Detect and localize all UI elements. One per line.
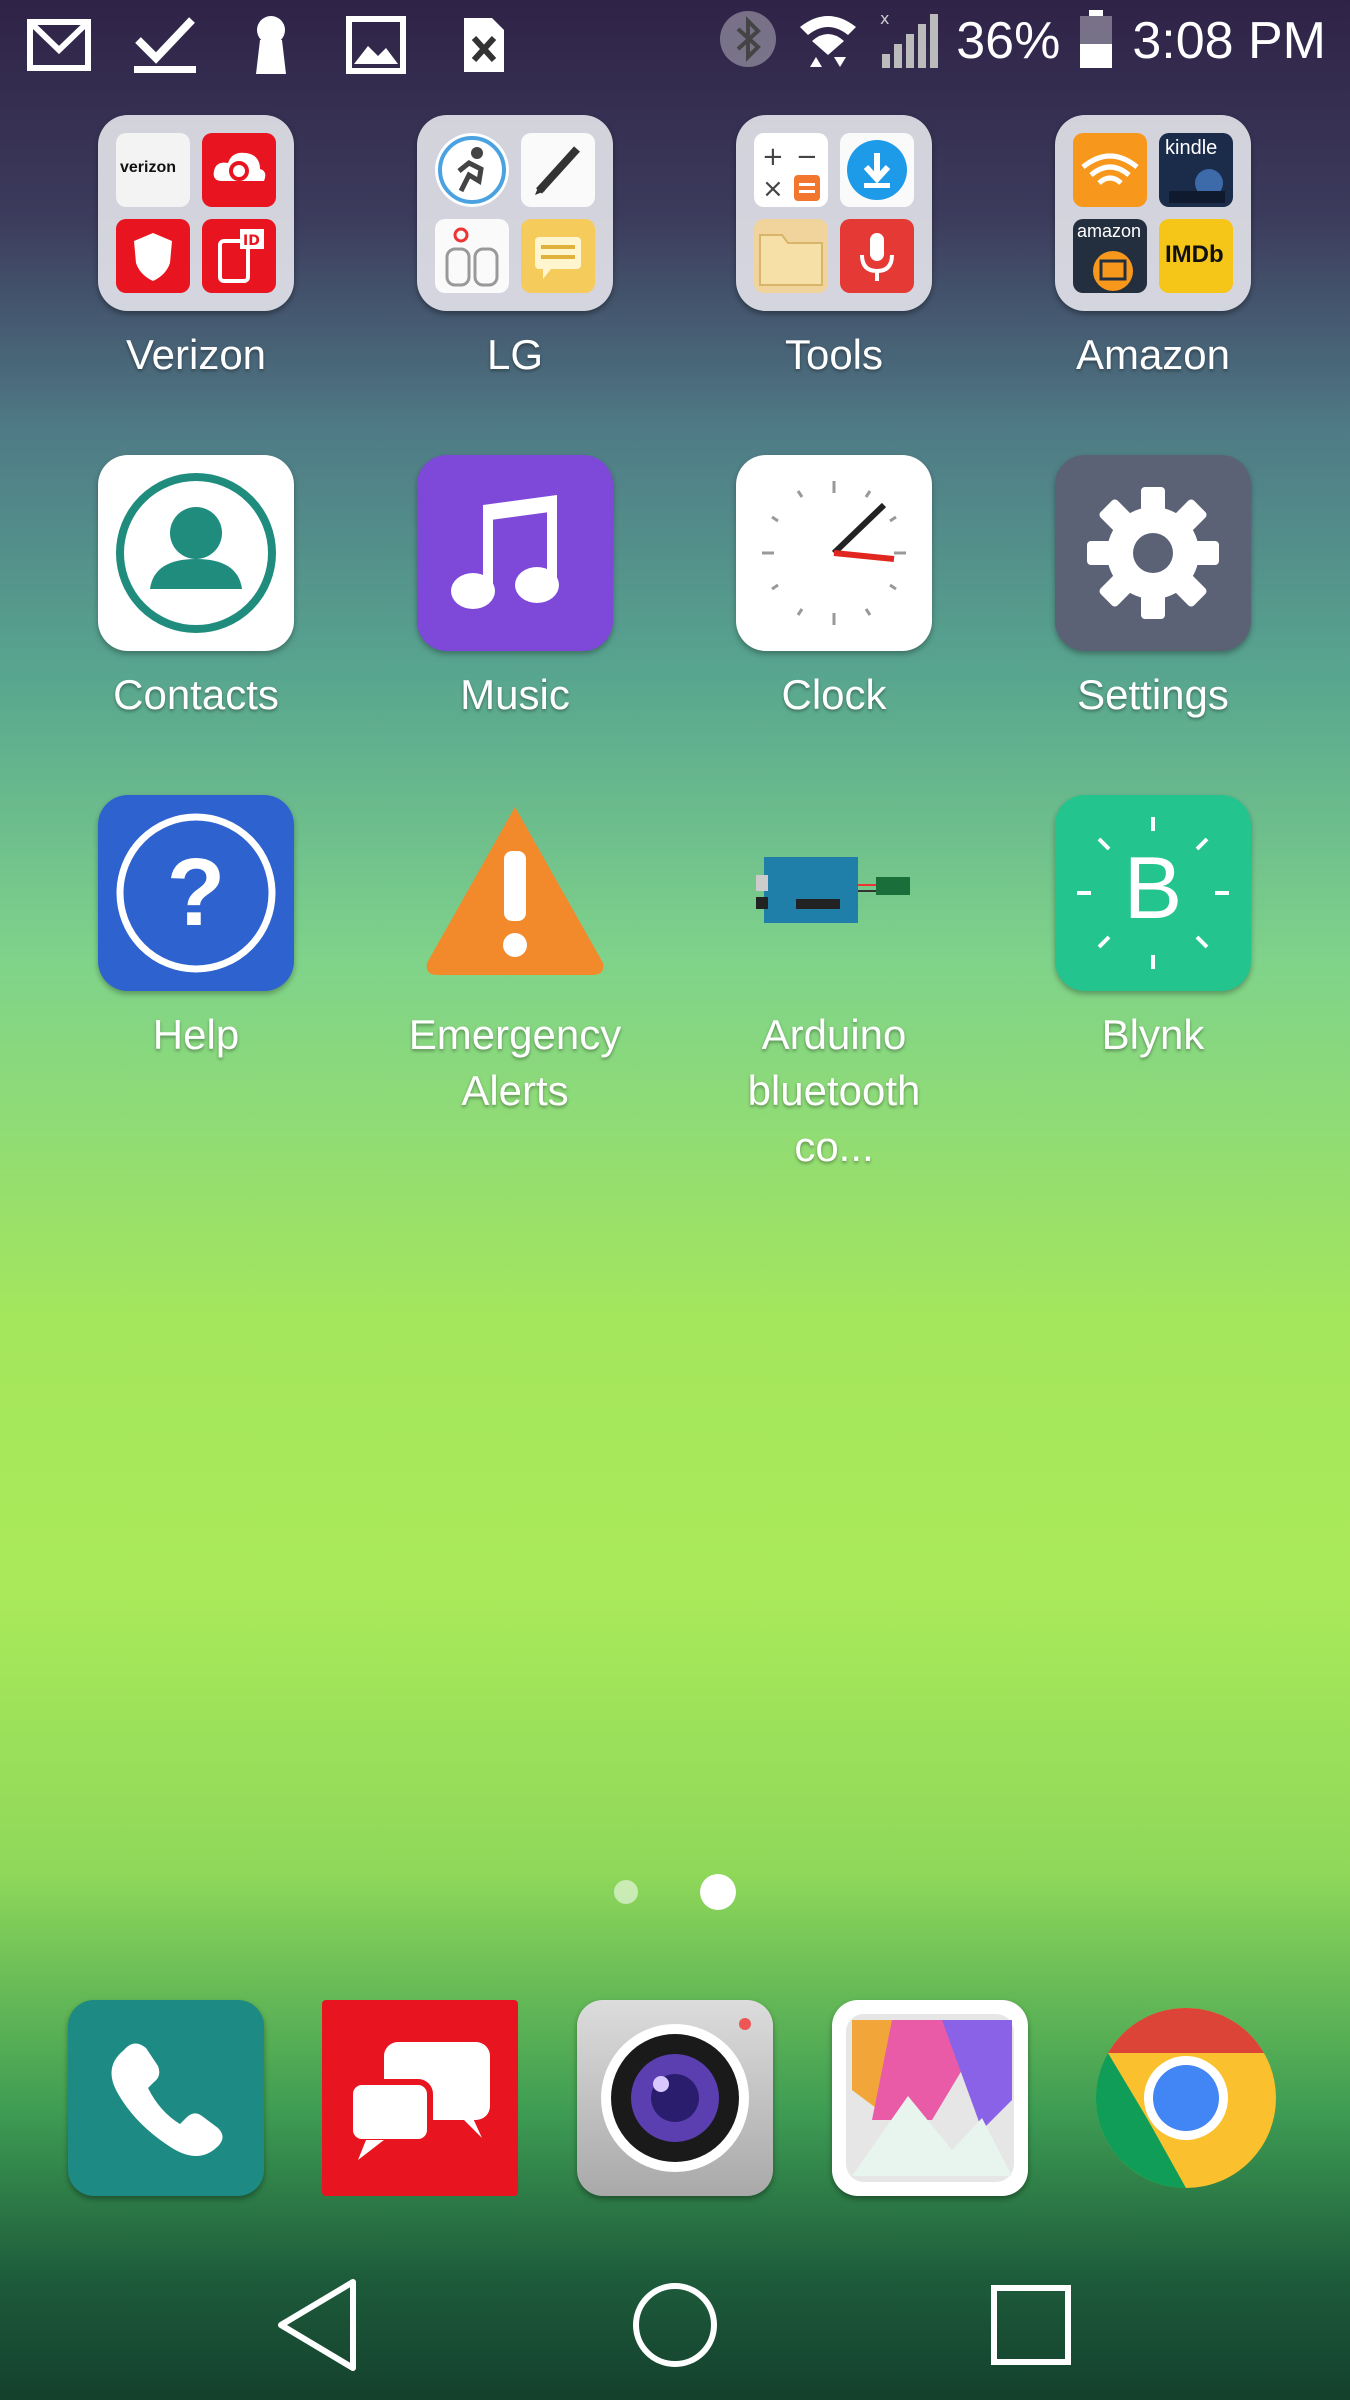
app-label: Verizon [125, 331, 267, 378]
app-label: Help [152, 1011, 240, 1058]
file-manager-icon [754, 219, 828, 293]
memo-icon [521, 219, 595, 293]
navigation-bar [0, 2270, 1350, 2380]
checkmark-icon [132, 14, 198, 76]
audible-icon [1073, 133, 1147, 207]
svg-text:−: − [796, 142, 818, 172]
warning-icon [417, 795, 613, 991]
kindle-icon: kindle [1159, 133, 1233, 207]
help-app[interactable]: ? Help [36, 795, 356, 1063]
dock [0, 2000, 1350, 2200]
verizon-logo-text: verizon [120, 159, 177, 176]
music-note-icon [417, 455, 613, 651]
arduino-bluetooth-app[interactable]: Arduino bluetooth co... [674, 795, 994, 1175]
tools-folder[interactable]: + − × Tools [674, 115, 994, 383]
imdb-icon: IMDb [1159, 219, 1233, 293]
svg-text:×: × [762, 174, 784, 204]
calculator-icon: + − × [754, 133, 828, 207]
recents-button[interactable] [976, 2270, 1086, 2380]
notification-icons [26, 14, 516, 76]
download-icon [840, 133, 914, 207]
battery-icon [1078, 8, 1114, 74]
music-app[interactable]: Music [355, 455, 675, 723]
page-dot-current[interactable] [700, 1874, 736, 1910]
keyhole-icon [238, 14, 304, 76]
verizon-logo-icon: verizon [116, 133, 190, 207]
folder-icon: kindle amazon IMDb [1055, 115, 1251, 311]
clock-face-icon [736, 455, 932, 651]
imdb-text: IMDb [1165, 241, 1224, 268]
folder-icon: verizon ID [98, 115, 294, 311]
question-mark-icon: ? [98, 795, 294, 991]
blynk-app[interactable]: B Blynk [993, 795, 1313, 1063]
wifi-icon [796, 9, 860, 73]
recents-square-icon [991, 2285, 1071, 2365]
app-label: Arduino bluetooth co... [747, 1011, 921, 1170]
folder-icon: + − × [736, 115, 932, 311]
page-indicator [0, 1874, 1350, 1910]
chat-bubbles-icon [347, 2042, 490, 2160]
svg-text:?: ? [167, 839, 226, 946]
amazon-shopping-icon: amazon [1073, 219, 1147, 293]
contacts-app[interactable]: Contacts [36, 455, 356, 723]
bluetooth-icon [718, 9, 778, 73]
remote-icon [435, 219, 509, 293]
app-label: LG [486, 331, 544, 378]
app-label: Clock [781, 671, 887, 718]
back-triangle-icon [278, 2279, 356, 2371]
system-status: x 36% 3:08 PM [718, 8, 1326, 74]
blynk-icon: B [1055, 795, 1251, 991]
gallery-icon [846, 2014, 1014, 2182]
cloud-sync-icon [202, 133, 276, 207]
folder-icon [417, 115, 613, 311]
back-button[interactable] [265, 2270, 375, 2380]
app-label: Blynk [1101, 1011, 1205, 1058]
camera-app[interactable] [577, 2000, 773, 2196]
sim-error-icon [450, 14, 516, 76]
chrome-icon [1095, 2008, 1276, 2188]
emergency-alerts-app[interactable]: Emergency Alerts [355, 795, 675, 1119]
fitness-icon [435, 133, 509, 207]
home-circle-icon [633, 2283, 717, 2367]
phone-icon [111, 2043, 223, 2156]
home-button[interactable] [620, 2270, 730, 2380]
svg-text:+: + [762, 142, 784, 172]
amazon-folder[interactable]: kindle amazon IMDb Amazon [993, 115, 1313, 383]
app-label: Emergency Alerts [408, 1011, 622, 1114]
contacts-icon [98, 455, 294, 651]
clock-app[interactable]: Clock [674, 455, 994, 723]
app-label: Contacts [113, 671, 279, 718]
gmail-icon [26, 14, 92, 76]
app-label: Music [460, 671, 570, 718]
clock-time: 3:08 PM [1132, 12, 1326, 70]
phone-app[interactable] [68, 2000, 264, 2196]
gallery-icon [344, 14, 410, 76]
app-label: Amazon [1075, 331, 1231, 378]
camera-lens-icon [601, 2018, 751, 2172]
notes-pencil-icon [521, 133, 595, 207]
battery-percent: 36% [956, 12, 1061, 70]
signal-icon: x [878, 8, 939, 74]
arduino-board-icon [736, 795, 932, 991]
chrome-app[interactable] [1088, 2000, 1284, 2196]
shield-icon [116, 219, 190, 293]
blynk-letter: B [1123, 838, 1183, 937]
app-label: Settings [1077, 671, 1229, 718]
svg-text:ID: ID [243, 233, 260, 249]
gear-icon [1055, 455, 1251, 651]
lg-folder[interactable]: LG [355, 115, 675, 383]
id-card-icon: ID [202, 219, 276, 293]
app-label: Tools [784, 331, 884, 378]
messages-app[interactable] [322, 2000, 518, 2196]
page-dot[interactable] [614, 1880, 638, 1904]
verizon-folder[interactable]: verizon ID Verizon [36, 115, 356, 383]
settings-app[interactable]: Settings [993, 455, 1313, 723]
svg-text:x: x [880, 9, 889, 28]
gallery-app[interactable] [832, 2000, 1028, 2196]
voice-recorder-icon [840, 219, 914, 293]
status-bar: x 36% 3:08 PM [0, 0, 1350, 92]
